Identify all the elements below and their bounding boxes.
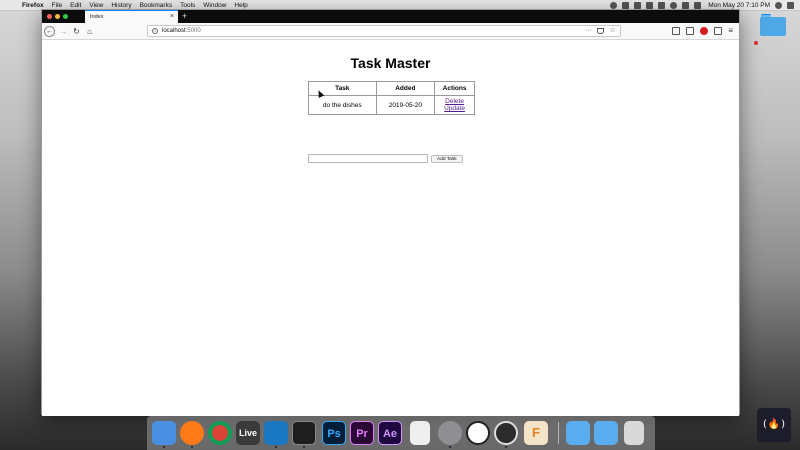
tray-app-icon[interactable] (610, 2, 618, 9)
dock-separator (558, 422, 559, 444)
menu-app-firefox[interactable]: Firefox (22, 2, 44, 9)
url-bar[interactable]: i localhost:5000 ··· ☆ (147, 25, 621, 37)
obs-icon[interactable] (494, 421, 518, 445)
trash-icon[interactable] (624, 421, 644, 445)
menu-window[interactable]: Window (203, 2, 226, 9)
desktop-folder-label (754, 40, 786, 46)
task-content-input[interactable] (308, 154, 428, 163)
browser-window: Index × + ← → ↻ ⌂ i localhost:5000 ··· ☆ … (41, 9, 740, 416)
menubar-clock[interactable]: Mon May 20 7:10 PM (708, 2, 770, 9)
menu-view[interactable]: View (89, 2, 103, 9)
menu-help[interactable]: Help (234, 2, 247, 9)
tab-title: Index (90, 14, 104, 20)
update-link[interactable]: Update (435, 105, 474, 112)
tab-strip: Index × + (42, 10, 739, 23)
bookmark-star-icon[interactable]: ☆ (610, 26, 616, 36)
menu-bookmarks[interactable]: Bookmarks (140, 2, 173, 9)
tray-app-icon[interactable] (646, 2, 654, 9)
firefox-icon[interactable] (180, 421, 204, 445)
column-header-actions: Actions (434, 81, 475, 96)
spotlight-icon[interactable] (775, 2, 782, 9)
macos-dock: Live Ps Pr Ae F (147, 416, 655, 450)
wifi-icon[interactable] (670, 2, 678, 9)
tasks-table: Task Added Actions do the dishes 2019-05… (308, 81, 475, 115)
notes-icon[interactable] (410, 421, 430, 445)
tray-app-icon[interactable] (622, 2, 630, 9)
chrome-icon[interactable] (208, 421, 232, 445)
notification-center-icon[interactable] (787, 2, 794, 9)
close-tab-icon[interactable]: × (170, 11, 174, 23)
downloads-folder-icon[interactable] (566, 421, 590, 445)
apple-menu-icon[interactable] (8, 2, 14, 9)
menu-file[interactable]: File (52, 2, 62, 9)
table-row: do the dishes 2019-05-20 Delete Update (308, 95, 475, 115)
after-effects-icon[interactable]: Ae (378, 421, 402, 445)
add-task-button[interactable]: Add Task (431, 154, 463, 163)
added-date-cell: 2019-05-20 (375, 95, 436, 115)
running-indicator (449, 446, 451, 448)
terminal-icon[interactable] (292, 421, 316, 445)
volume-icon[interactable] (682, 2, 690, 9)
task-cell: do the dishes (308, 95, 377, 115)
finder-icon[interactable] (152, 421, 176, 445)
navigation-toolbar: ← → ↻ ⌂ i localhost:5000 ··· ☆ ≡ (42, 23, 739, 40)
menu-tools[interactable]: Tools (180, 2, 195, 9)
running-indicator (303, 446, 305, 448)
app-icon[interactable] (466, 421, 490, 445)
running-indicator (191, 446, 193, 448)
table-header-row: Task Added Actions (308, 81, 475, 96)
sidebar-icon[interactable] (686, 27, 694, 35)
page-actions-icon[interactable]: ··· (585, 26, 592, 36)
forward-arrow-icon[interactable]: → (59, 26, 68, 37)
minimize-window-button[interactable] (55, 14, 60, 19)
actions-cell: Delete Update (434, 95, 475, 115)
running-indicator (163, 446, 165, 448)
new-tab-icon[interactable]: + (182, 10, 187, 23)
folder-body (760, 17, 786, 36)
adblock-icon[interactable] (700, 27, 708, 35)
page-title: Task Master (350, 55, 431, 71)
photoshop-icon[interactable]: Ps (322, 421, 346, 445)
add-task-form: Add Task (308, 154, 463, 163)
site-info-icon[interactable]: i (152, 28, 158, 34)
running-indicator (505, 446, 507, 448)
red-tag-dot (754, 41, 758, 45)
applications-folder-icon[interactable] (594, 421, 618, 445)
pocket-icon[interactable] (597, 28, 604, 34)
url-port: :5000 (185, 28, 201, 34)
ableton-live-icon[interactable]: Live (236, 421, 260, 445)
running-indicator (275, 446, 277, 448)
fusion-icon[interactable]: F (524, 421, 548, 445)
extension-icon[interactable] (714, 27, 722, 35)
menu-edit[interactable]: Edit (70, 2, 81, 9)
page-content: Task Master Task Added Actions do the di… (42, 41, 739, 416)
delete-link[interactable]: Delete (435, 98, 474, 105)
menu-history[interactable]: History (111, 2, 131, 9)
browser-tab-index[interactable]: Index × (85, 10, 178, 23)
system-preferences-icon[interactable] (438, 421, 462, 445)
battery-icon[interactable] (694, 2, 702, 9)
premiere-icon[interactable]: Pr (350, 421, 374, 445)
folder-name-redacted (760, 41, 786, 45)
vscode-icon[interactable] (264, 421, 288, 445)
tray-app-icon[interactable] (658, 2, 666, 9)
freecodecamp-badge-icon: (🔥) (757, 408, 791, 442)
reload-icon[interactable]: ↻ (72, 26, 81, 37)
home-icon[interactable]: ⌂ (85, 26, 94, 37)
desktop-folder-icon[interactable] (760, 14, 786, 36)
hamburger-menu-icon[interactable]: ≡ (728, 26, 733, 36)
back-arrow-icon[interactable]: ← (44, 26, 55, 37)
url-host: localhost (162, 28, 186, 34)
column-header-added: Added (375, 81, 436, 96)
tray-app-icon[interactable] (634, 2, 642, 9)
close-window-button[interactable] (47, 14, 52, 19)
library-icon[interactable] (672, 27, 680, 35)
zoom-window-button[interactable] (63, 14, 68, 19)
